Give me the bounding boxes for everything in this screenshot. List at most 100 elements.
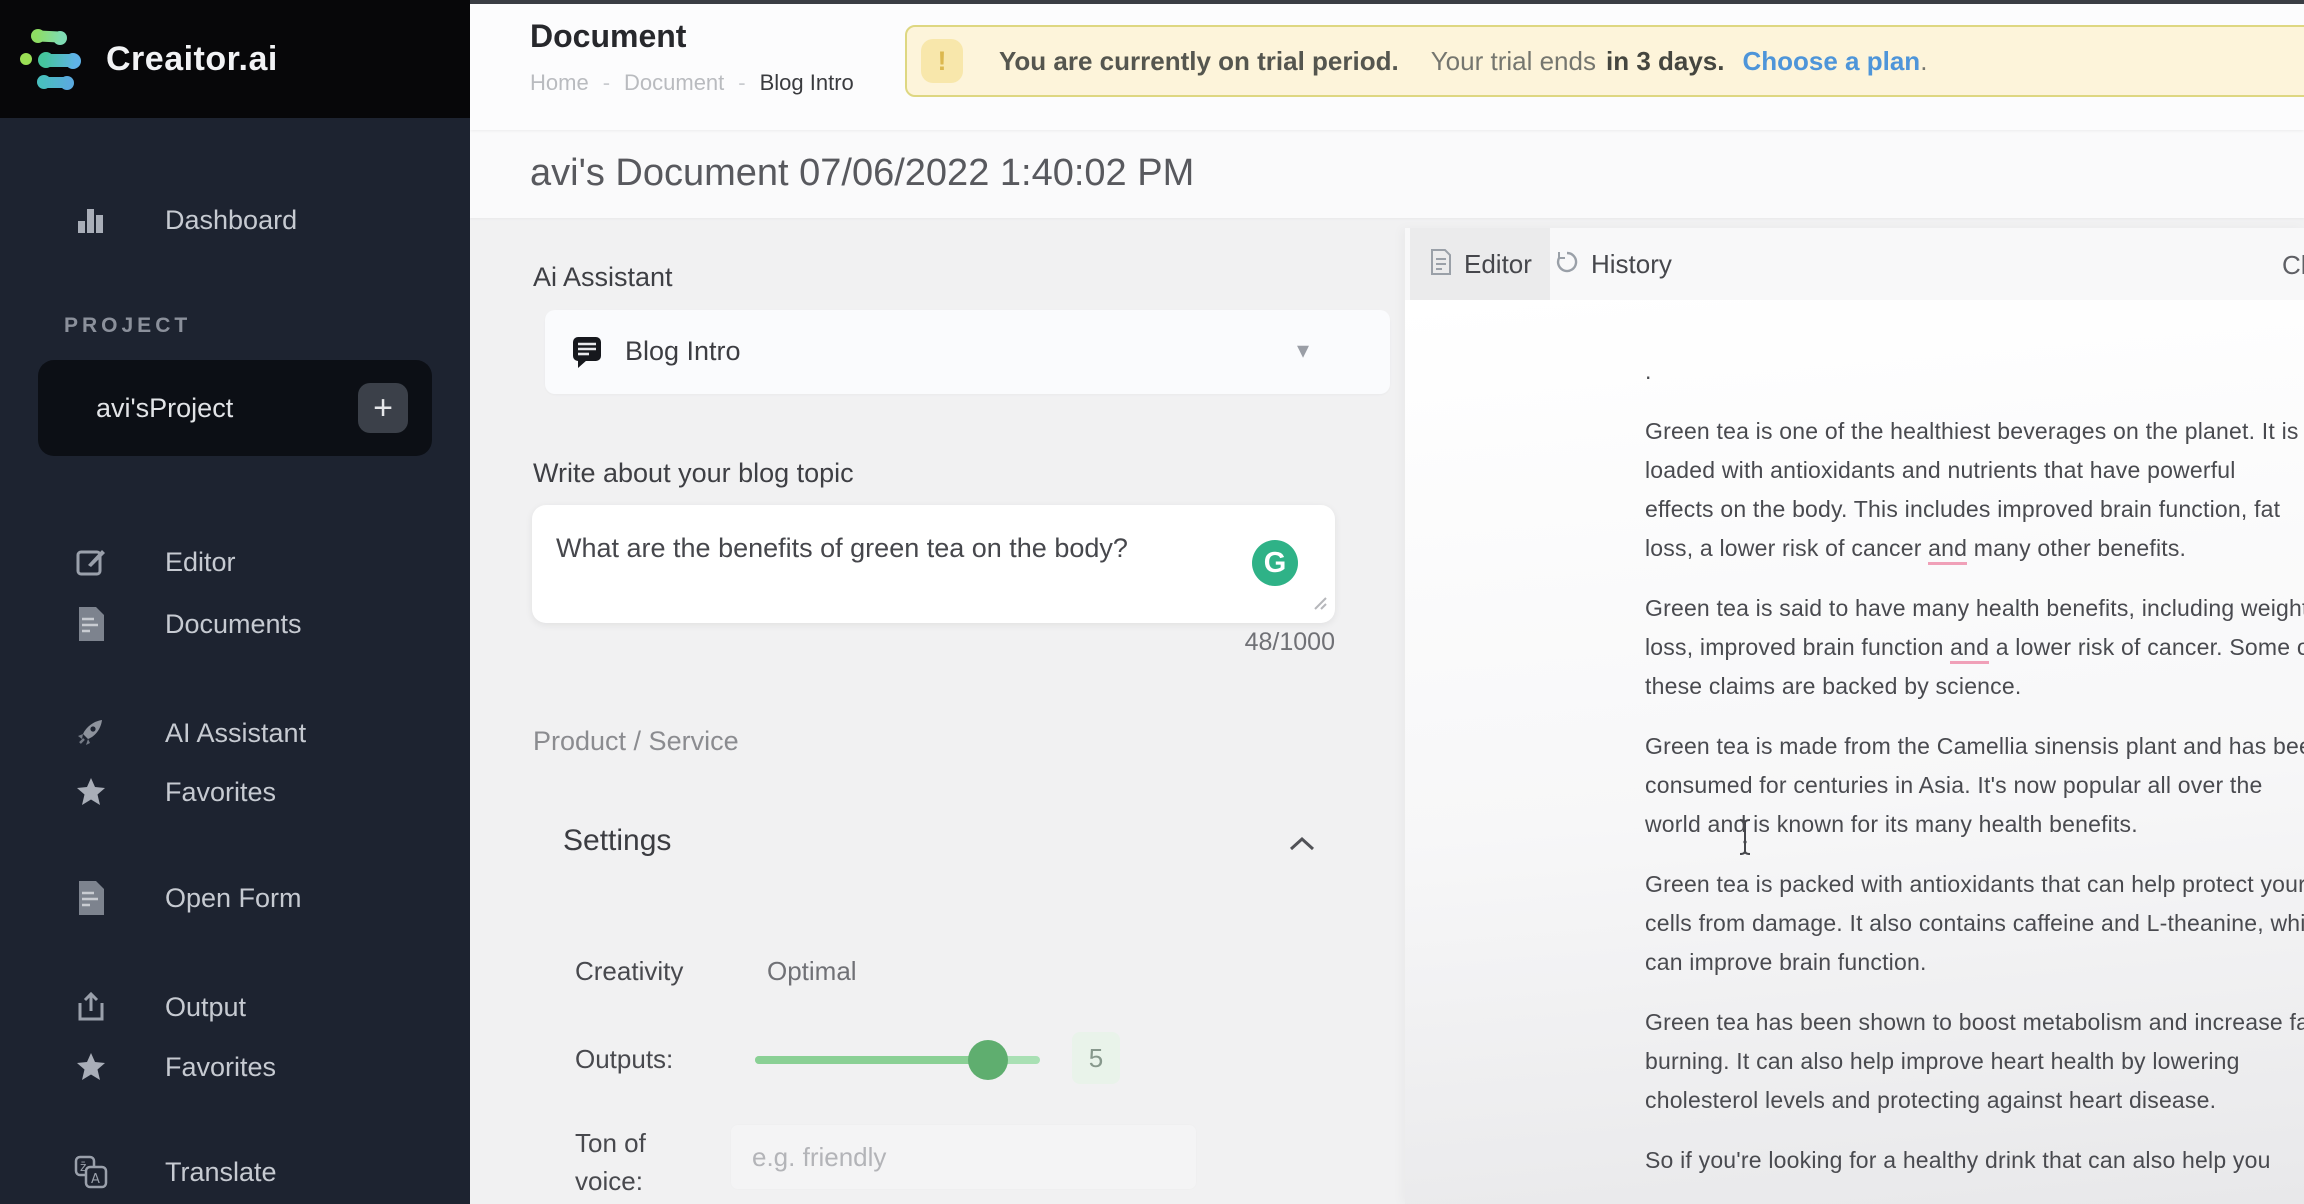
document-icon <box>72 879 110 917</box>
resize-handle-icon[interactable] <box>1311 594 1327 615</box>
creaitor-logo-icon <box>20 26 90 92</box>
characters-counter-clipped: Ch <box>2282 250 2304 281</box>
slider-fill <box>755 1056 992 1064</box>
main-header: Document Home - Document - Blog Intro ! … <box>470 0 2304 130</box>
svg-text:A: A <box>91 1172 100 1187</box>
edit-icon <box>72 543 110 581</box>
paragraph: Green tea has been shown to boost metabo… <box>1645 1003 2304 1120</box>
sidebar-item-label: Documents <box>165 609 302 640</box>
chevron-down-icon: ▾ <box>1297 336 1309 365</box>
grammarly-icon[interactable]: G <box>1252 540 1298 586</box>
chevron-up-icon[interactable] <box>1288 836 1316 857</box>
sidebar-item-label: Output <box>165 992 246 1023</box>
history-icon <box>1555 250 1579 279</box>
outputs-slider[interactable] <box>755 1056 1040 1064</box>
star-icon <box>72 1048 110 1086</box>
document-title: avi's Document 07/06/2022 1:40:02 PM <box>530 152 1194 195</box>
logo[interactable]: Creaitor.ai <box>0 0 470 118</box>
breadcrumb-current: Blog Intro <box>760 70 854 96</box>
sidebar-item-label: Translate <box>165 1157 277 1188</box>
sidebar-item-label: Dashboard <box>165 205 297 236</box>
tone-placeholder: e.g. friendly <box>752 1142 886 1173</box>
warning-icon: ! <box>921 39 963 83</box>
logo-text: Creaitor.ai <box>106 40 278 79</box>
grammar-underlined-word: and <box>1928 535 1967 565</box>
trial-days: in 3 days. <box>1606 46 1725 77</box>
trial-banner: ! You are currently on trial period. You… <box>905 25 2304 97</box>
project-name: avi'sProject <box>96 393 233 424</box>
creativity-label: Creativity <box>575 956 683 987</box>
assistant-type-dropdown[interactable]: Blog Intro ▾ <box>545 310 1390 394</box>
outputs-value-text: 5 <box>1089 1043 1103 1074</box>
chat-bubble-icon <box>569 334 605 375</box>
add-project-button[interactable]: + <box>358 383 408 433</box>
editor-paragraphs: . Green tea is one of the healthiest beve… <box>1645 352 2304 1201</box>
sidebar-item-label: Favorites <box>165 777 276 808</box>
paragraph: So if you're looking for a healthy drink… <box>1645 1141 2304 1180</box>
tone-label-line1: Ton of <box>575 1128 646 1159</box>
breadcrumb-separator: - <box>738 70 745 96</box>
breadcrumb: Home - Document - Blog Intro <box>530 70 854 96</box>
topic-label: Write about your blog topic <box>533 458 854 489</box>
star-icon <box>72 773 110 811</box>
top-edge-strip <box>470 0 2304 4</box>
settings-header[interactable]: Settings <box>563 824 671 858</box>
banner-period: . <box>1920 46 1927 77</box>
project-section-label: PROJECT <box>64 314 191 338</box>
trial-message: You are currently on trial period. <box>999 46 1399 77</box>
editor-panel: Editor History Ch . Green tea is one of t… <box>1405 228 2304 1204</box>
tone-label-line2: voice: <box>575 1166 643 1197</box>
topic-value: What are the benefits of green tea on th… <box>556 533 1216 564</box>
sidebar-item-favorites[interactable]: Favorites <box>0 764 470 820</box>
paragraph: Green tea is packed with antioxidants th… <box>1645 865 2304 982</box>
tab-label: History <box>1591 249 1672 280</box>
tab-label: Editor <box>1464 249 1532 280</box>
breadcrumb-separator: - <box>603 70 610 96</box>
assistant-type-value: Blog Intro <box>625 336 741 367</box>
breadcrumb-home[interactable]: Home <box>530 70 589 96</box>
product-service-label: Product / Service <box>533 726 739 757</box>
document-icon <box>1430 249 1452 280</box>
grammar-underlined-word: and <box>1950 634 1989 664</box>
sidebar-item-ai-assistant[interactable]: AI Assistant <box>0 705 470 761</box>
choose-plan-link[interactable]: Choose a plan <box>1742 46 1920 77</box>
translate-icon: z̄ A <box>72 1153 110 1191</box>
paragraph: Green tea is one of the healthiest bever… <box>1645 412 2304 568</box>
sidebar-item-label: AI Assistant <box>165 718 306 749</box>
ai-assistant-section-label: Ai Assistant <box>533 262 673 293</box>
tab-editor[interactable]: Editor <box>1410 228 1550 300</box>
trial-ends-text: Your trial ends <box>1431 46 1596 77</box>
creativity-value: Optimal <box>767 956 857 987</box>
topic-textarea[interactable]: What are the benefits of green tea on th… <box>532 505 1335 623</box>
editor-tab-row: Editor History Ch <box>1405 228 2304 300</box>
svg-text:z̄: z̄ <box>80 1160 86 1174</box>
tab-history[interactable]: History <box>1555 228 1715 300</box>
slider-thumb[interactable] <box>968 1040 1008 1080</box>
character-count: 48/1000 <box>1035 628 1335 657</box>
page-title: Document <box>530 18 686 55</box>
sidebar-item-documents[interactable]: Documents <box>0 596 470 652</box>
creaitor-app: Creaitor.ai Dashboard PROJECT avi'sProje… <box>0 0 2304 1204</box>
sidebar-item-dashboard[interactable]: Dashboard <box>0 192 470 248</box>
sidebar-item-editor[interactable]: Editor <box>0 534 470 590</box>
rocket-icon <box>72 714 110 752</box>
paragraph: Green tea is said to have many health be… <box>1645 589 2304 706</box>
sidebar-item-open-form[interactable]: Open Form <box>0 870 470 926</box>
sidebar-item-label: Editor <box>165 547 236 578</box>
text-cursor-icon <box>1736 818 1754 861</box>
tone-of-voice-input[interactable]: e.g. friendly <box>730 1124 1197 1190</box>
sidebar-item-favorites-2[interactable]: Favorites <box>0 1039 470 1095</box>
outputs-value: 5 <box>1072 1032 1120 1084</box>
sidebar-item-translate[interactable]: z̄ A Translate <box>0 1144 470 1200</box>
document-icon <box>72 605 110 643</box>
sidebar: Creaitor.ai Dashboard PROJECT avi'sProje… <box>0 0 470 1204</box>
sidebar-item-label: Open Form <box>165 883 302 914</box>
sidebar-item-label: Favorites <box>165 1052 276 1083</box>
editor-document[interactable]: . Green tea is one of the healthiest beve… <box>1405 300 2304 1204</box>
document-title-bar: avi's Document 07/06/2022 1:40:02 PM <box>470 130 2304 218</box>
breadcrumb-document[interactable]: Document <box>624 70 724 96</box>
project-selector[interactable]: avi'sProject + <box>38 360 432 456</box>
sidebar-item-output[interactable]: Output <box>0 979 470 1035</box>
paragraph: . <box>1645 352 2304 391</box>
outputs-label: Outputs: <box>575 1044 673 1075</box>
